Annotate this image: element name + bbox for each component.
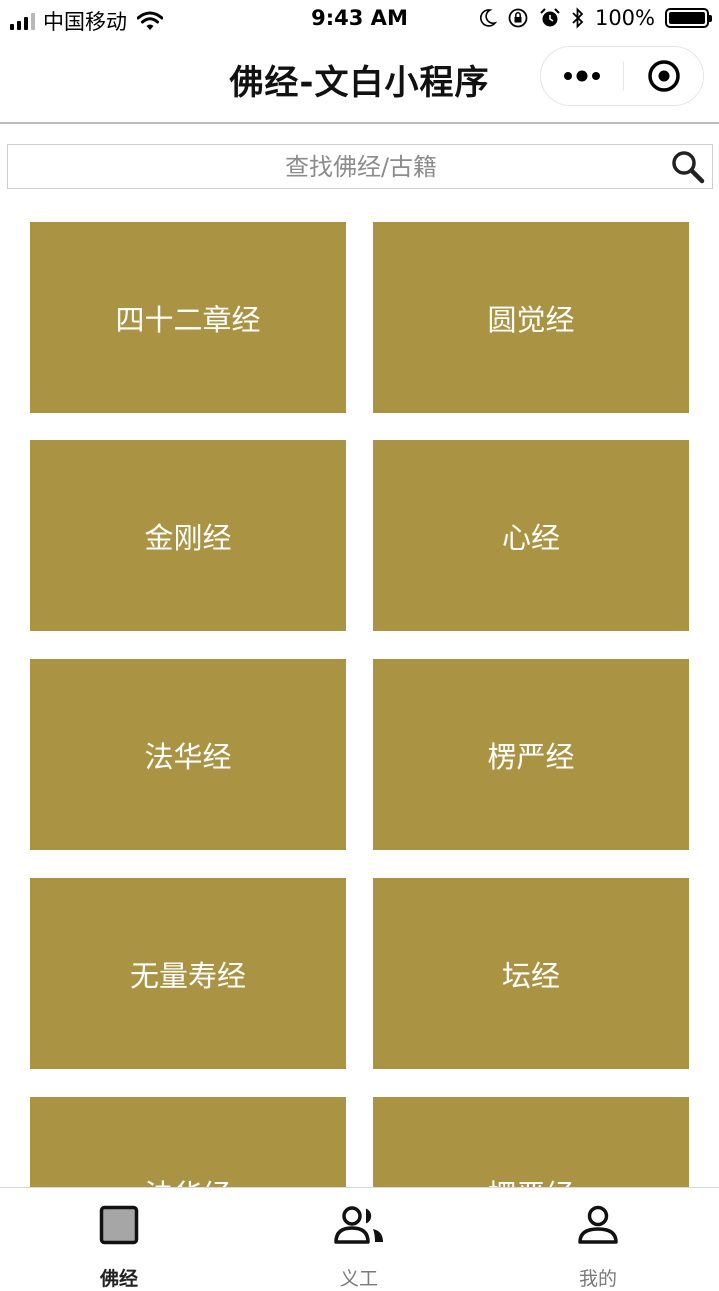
tab-sutras[interactable]: 佛经 xyxy=(59,1202,179,1291)
tab-profile[interactable]: 我的 xyxy=(538,1202,658,1291)
sutra-card-label: 金刚经 xyxy=(144,520,232,555)
sutra-card[interactable]: 圆觉经 xyxy=(373,222,689,413)
book-icon xyxy=(99,1205,139,1245)
status-bar: 中国移动 9:43 AM 100% xyxy=(0,0,719,38)
status-bar-right: 100% xyxy=(479,6,712,30)
sutra-card[interactable]: 法华经 xyxy=(30,659,346,850)
sutra-card[interactable]: 楞严经 xyxy=(373,1097,689,1187)
miniprogram-capsule xyxy=(540,46,704,106)
sutra-card[interactable]: 金刚经 xyxy=(30,440,346,631)
sutra-card[interactable]: 法华经 xyxy=(30,1097,346,1187)
bluetooth-icon xyxy=(572,7,584,29)
sutra-card[interactable]: 四十二章经 xyxy=(30,222,346,413)
more-dots-icon xyxy=(564,70,600,82)
tab-label: 佛经 xyxy=(99,1268,138,1290)
more-button[interactable] xyxy=(541,47,623,105)
sutra-card-label: 法华经 xyxy=(144,1172,231,1188)
nav-divider xyxy=(0,122,719,124)
sutra-card-label: 坛经 xyxy=(501,958,560,993)
nav-bar: 佛经-文白小程序 xyxy=(0,40,719,122)
tab-label: 我的 xyxy=(578,1268,617,1290)
tab-label: 义工 xyxy=(339,1268,378,1290)
tab-bar: 佛经 义工 我的 xyxy=(0,1187,719,1290)
battery-percent: 100% xyxy=(594,6,655,30)
sutra-card[interactable]: 坛经 xyxy=(373,878,689,1069)
sutra-card-label: 法华经 xyxy=(144,739,232,774)
battery-icon xyxy=(665,8,712,28)
sutra-card[interactable]: 心经 xyxy=(373,440,689,631)
tab-volunteer[interactable]: 义工 xyxy=(299,1202,419,1291)
people-icon xyxy=(334,1206,383,1244)
sutra-card[interactable]: 无量寿经 xyxy=(30,878,346,1069)
sutra-card-label: 圆觉经 xyxy=(487,302,575,337)
sutra-card-label: 心经 xyxy=(501,520,560,555)
close-miniprogram-button[interactable] xyxy=(624,47,704,105)
sutra-card-label: 楞严经 xyxy=(487,739,575,774)
search-icon[interactable] xyxy=(670,149,706,185)
orientation-lock-icon xyxy=(508,8,528,28)
search-input[interactable] xyxy=(8,145,714,188)
sutra-card-label: 四十二章经 xyxy=(115,302,261,337)
sutra-card-label: 楞严经 xyxy=(487,1172,574,1188)
target-close-icon xyxy=(648,60,680,92)
sutra-card-label: 无量寿经 xyxy=(129,958,246,993)
sutra-card[interactable]: 楞严经 xyxy=(373,659,689,850)
alarm-icon xyxy=(540,8,560,27)
moon-icon xyxy=(479,9,497,27)
sutra-grid: 四十二章经 圆觉经 金刚经 心经 法华经 楞严经 无量寿经 坛经 法华经 楞严经 xyxy=(0,190,719,1187)
person-icon xyxy=(578,1205,618,1244)
search-bar xyxy=(7,144,714,189)
